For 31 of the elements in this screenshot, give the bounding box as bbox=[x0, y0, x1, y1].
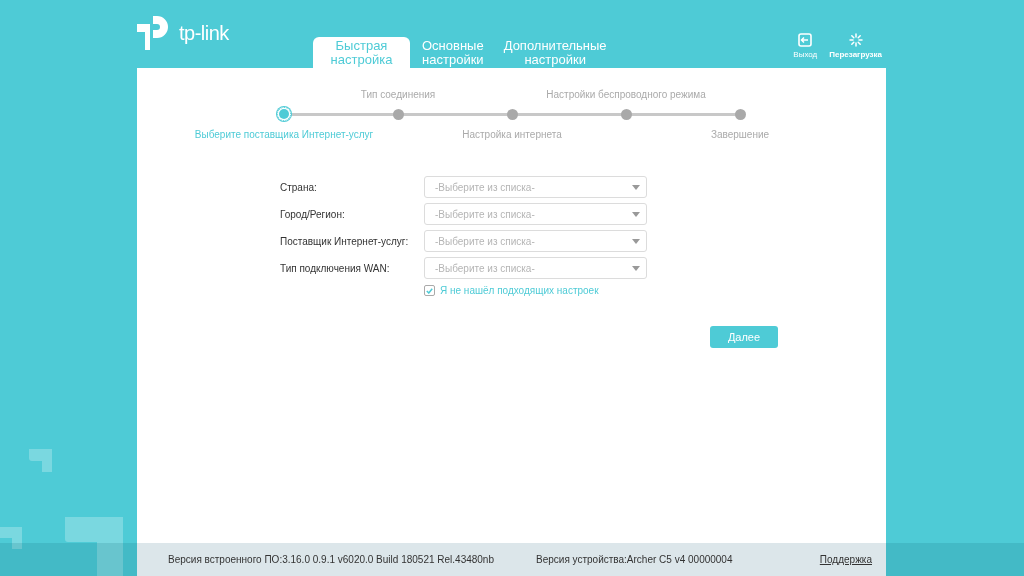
step-label: Тип соединения bbox=[360, 88, 436, 100]
step-label: Выберите поставщика Интернет-услуг bbox=[194, 128, 374, 140]
field-label: Город/Регион: bbox=[280, 208, 346, 220]
step-label: Настройка интернета bbox=[462, 128, 562, 140]
dropdown-caret-icon bbox=[632, 184, 640, 190]
reboot-button[interactable]: Перезагрузка bbox=[829, 33, 882, 59]
step-label: Завершение bbox=[710, 128, 770, 140]
step-label: Настройки беспроводного режима bbox=[546, 88, 706, 100]
checkbox[interactable] bbox=[424, 285, 435, 296]
dropdown-caret-icon bbox=[632, 238, 640, 244]
next-button[interactable]: Далее bbox=[710, 326, 778, 348]
select-field[interactable]: -Выберите из списка- bbox=[424, 230, 647, 252]
hardware-version: Версия устройства:Archer C5 v4 00000004 bbox=[536, 554, 733, 565]
nav-tab[interactable]: Быстрая настройка bbox=[313, 37, 410, 68]
select-field[interactable]: -Выберите из списка- bbox=[424, 176, 647, 198]
field-label: Поставщик Интернет-услуг: bbox=[280, 235, 410, 247]
dropdown-caret-icon bbox=[632, 265, 640, 271]
dropdown-caret-icon bbox=[632, 211, 640, 217]
nav-tab[interactable]: Дополнительные настройки bbox=[495, 37, 615, 68]
logout-button[interactable]: Выход bbox=[793, 33, 818, 59]
firmware-version: Версия встроенного ПО:3.16.0 0.9.1 v6020.0 Build 180521 Rel.43480nb bbox=[168, 554, 494, 565]
support-link[interactable]: Поддержка bbox=[819, 554, 872, 565]
select-field[interactable]: -Выберите из списка- bbox=[424, 203, 647, 225]
loading-icon bbox=[848, 33, 863, 47]
logo-text: tp-link bbox=[179, 21, 229, 45]
checkbox-label[interactable]: Я не нашёл подходящих настроек bbox=[440, 285, 599, 296]
field-label: Страна: bbox=[280, 181, 318, 193]
nav-tab[interactable]: Основные настройки bbox=[414, 37, 492, 68]
logout-icon bbox=[798, 33, 813, 47]
field-label: Тип подключения WAN: bbox=[280, 262, 391, 274]
select-field[interactable]: -Выберите из списка- bbox=[424, 257, 647, 279]
